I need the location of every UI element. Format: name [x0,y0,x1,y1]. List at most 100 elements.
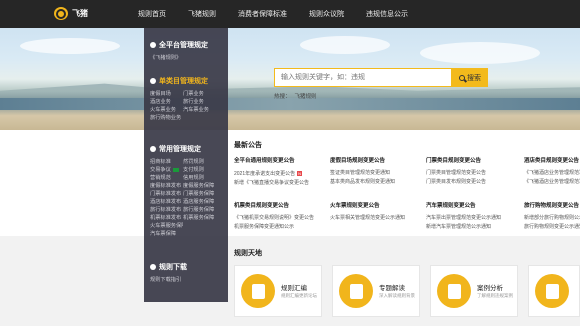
announcement-item[interactable]: 签证类目管理规范变更通知 [330,169,410,178]
panel-link[interactable]: 规则下载指引 [150,276,210,284]
announcement-column-head[interactable]: 火车票规则变更公告 [330,201,410,209]
panel-link[interactable]: 机票标准发布 [150,214,183,222]
panel-link[interactable]: 旅行业务 [183,98,216,106]
announcement-item[interactable]: 《飞猪酒店业务管理规范》 [524,178,580,187]
panel-link[interactable]: 度假目场 [150,90,183,98]
rule-card-more[interactable] [528,265,580,317]
panel-section-title[interactable]: 全平台管理规定 [150,40,226,50]
announcement-item[interactable]: 2021年度承诺支出变更公告 N [234,169,314,179]
announcement-item[interactable]: 新增汽车票管理规范公示通知 [426,223,506,232]
announcement-column-head[interactable]: 度假目场规则变更公告 [330,156,410,164]
panel-section: 单类目管理规定 度假目场 门票业务 酒店业务 旅行业务 火车票业务 汽车票业务 旅行购… [150,76,226,122]
announcement-column: 汽车票规则变更公告 汽车票出票管理规范变更公示通知 新增汽车票管理规范公示通知 [426,201,506,232]
cloud-decoration [420,42,540,64]
new-tag [172,167,179,172]
announcement-column-head[interactable]: 全平台通用规则变更公告 [234,156,314,164]
panel-section-title[interactable]: 单类目管理规定 [150,76,226,86]
nav-item-violations[interactable]: 违规信息公示 [366,9,408,19]
announcement-item[interactable]: 旅行购物规则变更公示通知 [524,223,580,232]
announcement-item[interactable]: 门票类目管理规范变更公告 [426,169,506,178]
bullet-icon [150,42,156,48]
hot-search-label: 热搜： [274,94,291,100]
panel-link[interactable]: 信用规则 [183,174,216,182]
panel-link[interactable]: 《飞猪规则》 [150,54,183,62]
nav-item-home[interactable]: 规则首页 [138,9,166,19]
main-nav: 规则首页 飞猪规则 消费者保障标准 规则众议院 违规信息公示 [138,9,430,19]
rule-card-desc: 规则汇编更新论坛 [281,293,317,298]
announcement-item[interactable]: 新增《飞猪直播交易争议变更公告 [234,179,314,188]
panel-link[interactable]: 招商标准 [150,158,183,166]
rules-title: 规则天地 [234,250,262,257]
announcement-column: 火车票规则变更公告 火车票相关管理规范变更公示通知 [330,201,410,223]
announcement-column-head[interactable]: 门票类目规则变更公告 [426,156,506,164]
panel-link[interactable]: 门票标准发布 [150,190,183,198]
panel-link[interactable]: 酒店服务保障 [183,198,216,206]
category-panel: 全平台管理规定 《飞猪规则》 单类目管理规定 度假目场 门票业务 酒店业务 旅行业务… [144,28,228,302]
panel-section-title[interactable]: 规则下载 [150,262,226,272]
search-input[interactable] [274,68,452,87]
search-bar: 搜索 [274,68,488,87]
panel-link[interactable]: 酒店标准发布 [150,198,183,206]
logo-icon [54,7,68,20]
panel-link[interactable]: 然罚规则 [183,158,216,166]
announcement-column: 全平台通用规则变更公告 2021年度承诺支出变更公告 N 新增《飞猪直播交易争议变… [234,156,314,188]
announcement-column-head[interactable]: 汽车票规则变更公告 [426,201,506,209]
bullet-icon [150,78,156,84]
announcement-column-head[interactable]: 机票类目规则变更公告 [234,201,314,209]
announcement-item[interactable]: 新增部分旅行购物规则公示 [524,214,580,223]
hot-search-link[interactable]: 飞猪规则 [295,94,317,100]
cloud-decoration [300,36,390,54]
cloud-decoration [20,38,120,54]
rule-card-cases[interactable]: 案例分析 了解规则违规案例 [430,265,518,317]
panel-link[interactable]: 营销规范 [150,174,183,182]
announcement-item[interactable]: 门票类目发布规则变更公告 [426,178,506,187]
announcement-item[interactable]: 基本类商品发布规则变更通知 [330,178,410,187]
nav-item-forum[interactable]: 规则众议院 [309,9,344,19]
announcement-item[interactable]: 汽车票出票管理规范变更公示通知 [426,214,506,223]
rule-card-name: 案例分析 [477,285,503,292]
hot-searches: 热搜： 飞猪规则 [274,92,321,100]
announcement-item[interactable]: 《飞猪酒店业务管理规范》 [524,169,580,178]
chart-icon [437,274,471,308]
announcement-column: 门票类目规则变更公告 门票类目管理规范变更公告 门票类目发布规则变更公告 [426,156,506,187]
panel-link[interactable]: 交易争议 [150,166,183,174]
logo[interactable]: 飞猪 [54,7,88,20]
panel-link[interactable]: 度假服务保障 [183,182,216,190]
panel-section-title[interactable]: 常用管理规定 [150,144,226,154]
panel-link[interactable]: 旅行服务保障 [183,206,216,214]
rule-card-interpretation[interactable]: 专题解读 深入解读规则背景 [332,265,420,317]
new-badge: N [297,171,303,176]
search-button-label: 搜索 [467,74,481,82]
panel-link[interactable]: 旅行标准发布 [150,206,183,214]
panel-link[interactable]: 汽车票业务 [183,106,216,114]
panel-link[interactable]: 门票服务保障 [183,190,216,198]
panel-link[interactable]: 火车票服务保障 [150,222,183,230]
announcement-column: 度假目场规则变更公告 签证类目管理规范变更通知 基本类商品发布规则变更通知 [330,156,410,187]
nav-item-consumer-protection[interactable]: 消费者保障标准 [238,9,287,19]
announcement-item[interactable]: 火车票相关管理规范变更公示通知 [330,214,410,223]
panel-link[interactable]: 火车票业务 [150,106,183,114]
announcement-column: 机票类目规则变更公告 《飞猪机票交易规则说明》变更公告 机票服务保障变更通知公示 [234,201,314,232]
panel-link[interactable]: 旅行购物业务 [150,114,183,122]
announcements-title: 最新公告 [234,142,262,149]
announcement-column-head[interactable]: 酒店类目规则变更公告 [524,156,580,164]
search-button[interactable]: 搜索 [452,68,488,87]
person-icon [535,274,569,308]
panel-link[interactable]: 汽车票保障 [150,230,183,238]
search-icon [459,74,465,81]
panel-link[interactable]: 支付规则 [183,166,216,174]
announcement-column-head[interactable]: 旅行购物规则变更公告 [524,201,580,209]
rule-card-compilation[interactable]: 规则汇编 规则汇编更新论坛 [234,265,322,317]
panel-link[interactable]: 酒店业务 [150,98,183,106]
panel-link[interactable]: 门票业务 [183,90,216,98]
panel-link[interactable]: 度假标准发布 [150,182,183,190]
top-nav-bar: 飞猪 规则首页 飞猪规则 消费者保障标准 规则众议院 违规信息公示 [0,0,580,28]
nav-item-rules[interactable]: 飞猪规则 [188,9,216,19]
announcement-item[interactable]: 机票服务保障变更通知公示 [234,223,314,232]
panel-section: 全平台管理规定 《飞猪规则》 [150,40,226,62]
rule-card-desc: 了解规则违规案例 [477,293,513,298]
bullet-icon [150,146,156,152]
announcement-item[interactable]: 《飞猪机票交易规则说明》变更公告 [234,214,314,223]
panel-link[interactable]: 机票服务保障 [183,214,216,222]
rule-card-desc: 深入解读规则背景 [379,293,415,298]
